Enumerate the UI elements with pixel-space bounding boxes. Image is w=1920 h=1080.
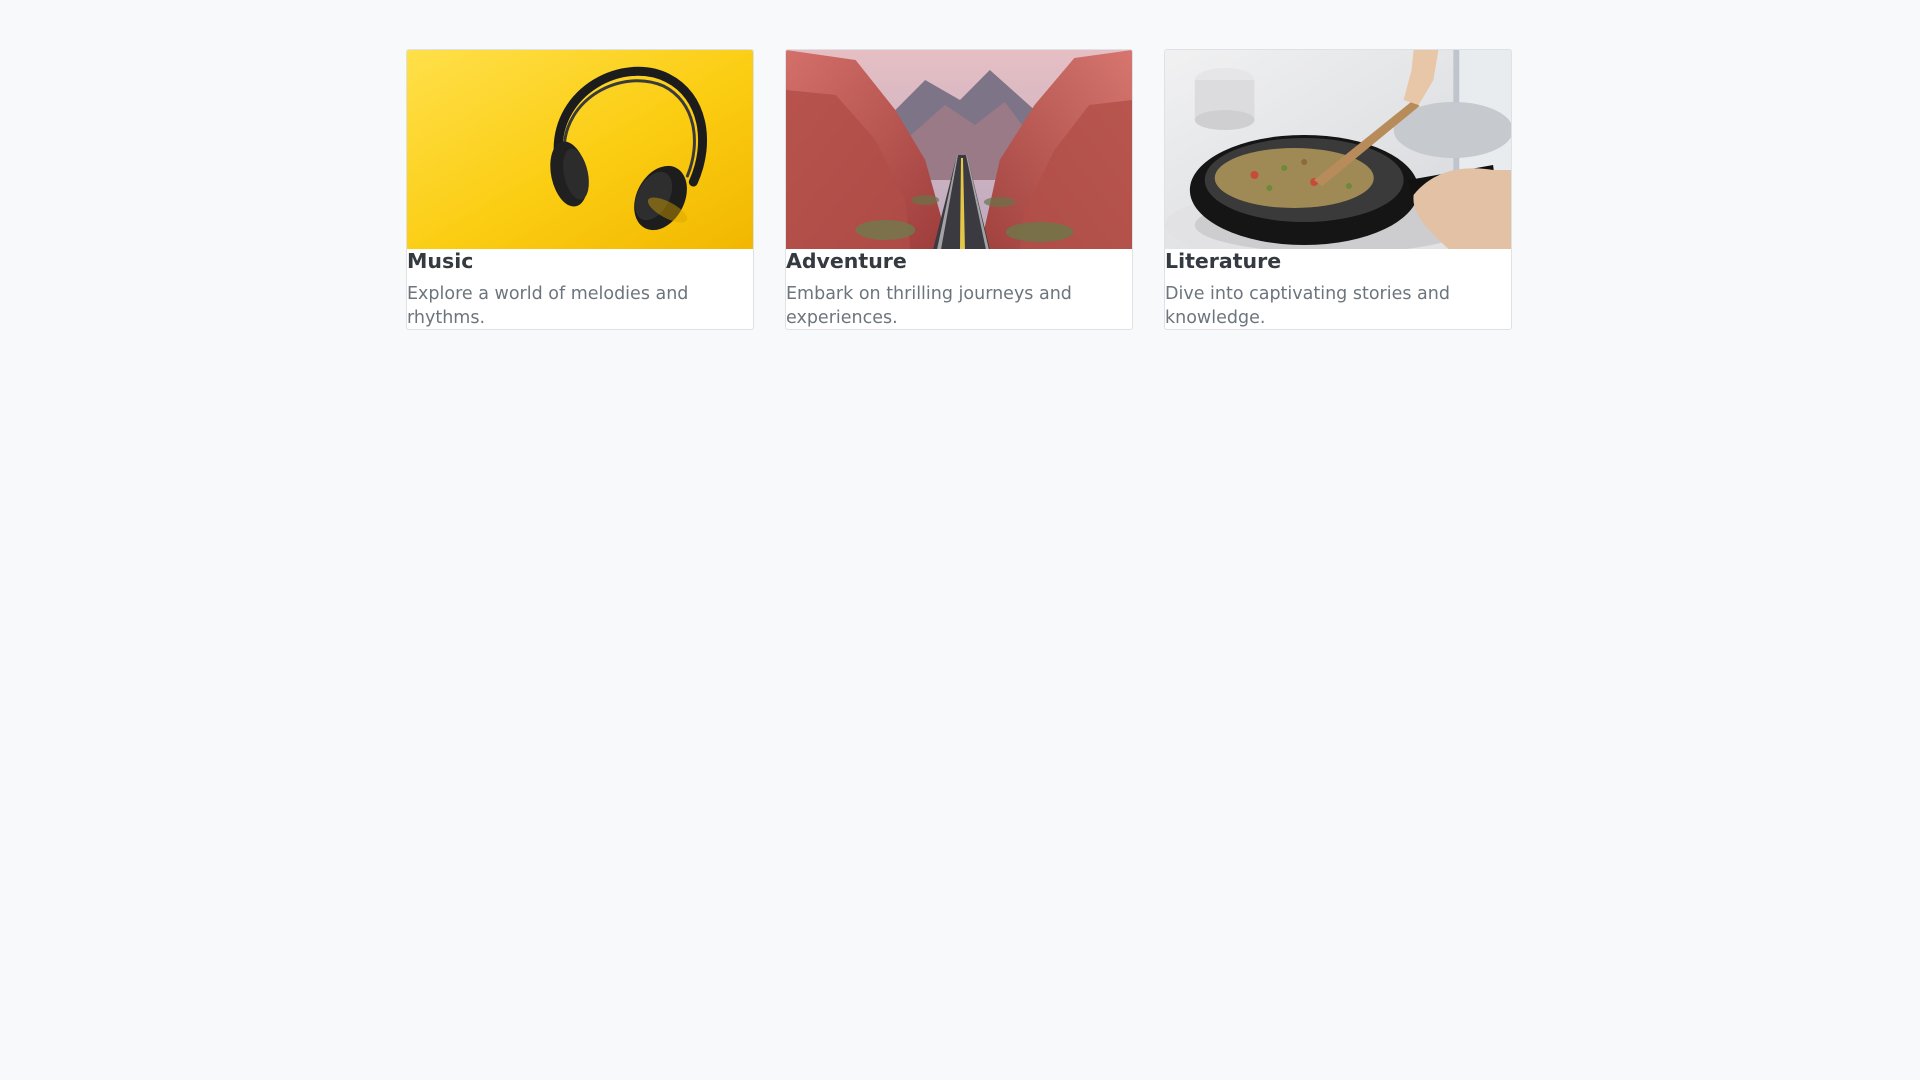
card-grid: Music Explore a world of melodies and rh… — [406, 49, 1514, 330]
card-title: Literature — [1165, 249, 1282, 273]
card-image-literature — [1165, 50, 1511, 249]
card-music[interactable]: Music Explore a world of melodies and rh… — [406, 49, 754, 330]
mountain-road-icon — [786, 50, 1132, 249]
frying-pan-icon — [1165, 50, 1511, 249]
card-description: Embark on thrilling journeys and experie… — [786, 284, 1072, 328]
card-literature[interactable]: Literature Dive into captivating stories… — [1164, 49, 1512, 330]
headphones-icon — [407, 50, 753, 249]
card-description: Dive into captivating stories and knowle… — [1165, 284, 1450, 328]
card-title: Music — [407, 249, 474, 273]
card-image-adventure — [786, 50, 1132, 249]
card-adventure[interactable]: Adventure Embark on thrilling journeys a… — [785, 49, 1133, 330]
card-title: Adventure — [786, 249, 907, 273]
card-description: Explore a world of melodies and rhythms. — [407, 284, 689, 328]
card-image-music — [407, 50, 753, 249]
